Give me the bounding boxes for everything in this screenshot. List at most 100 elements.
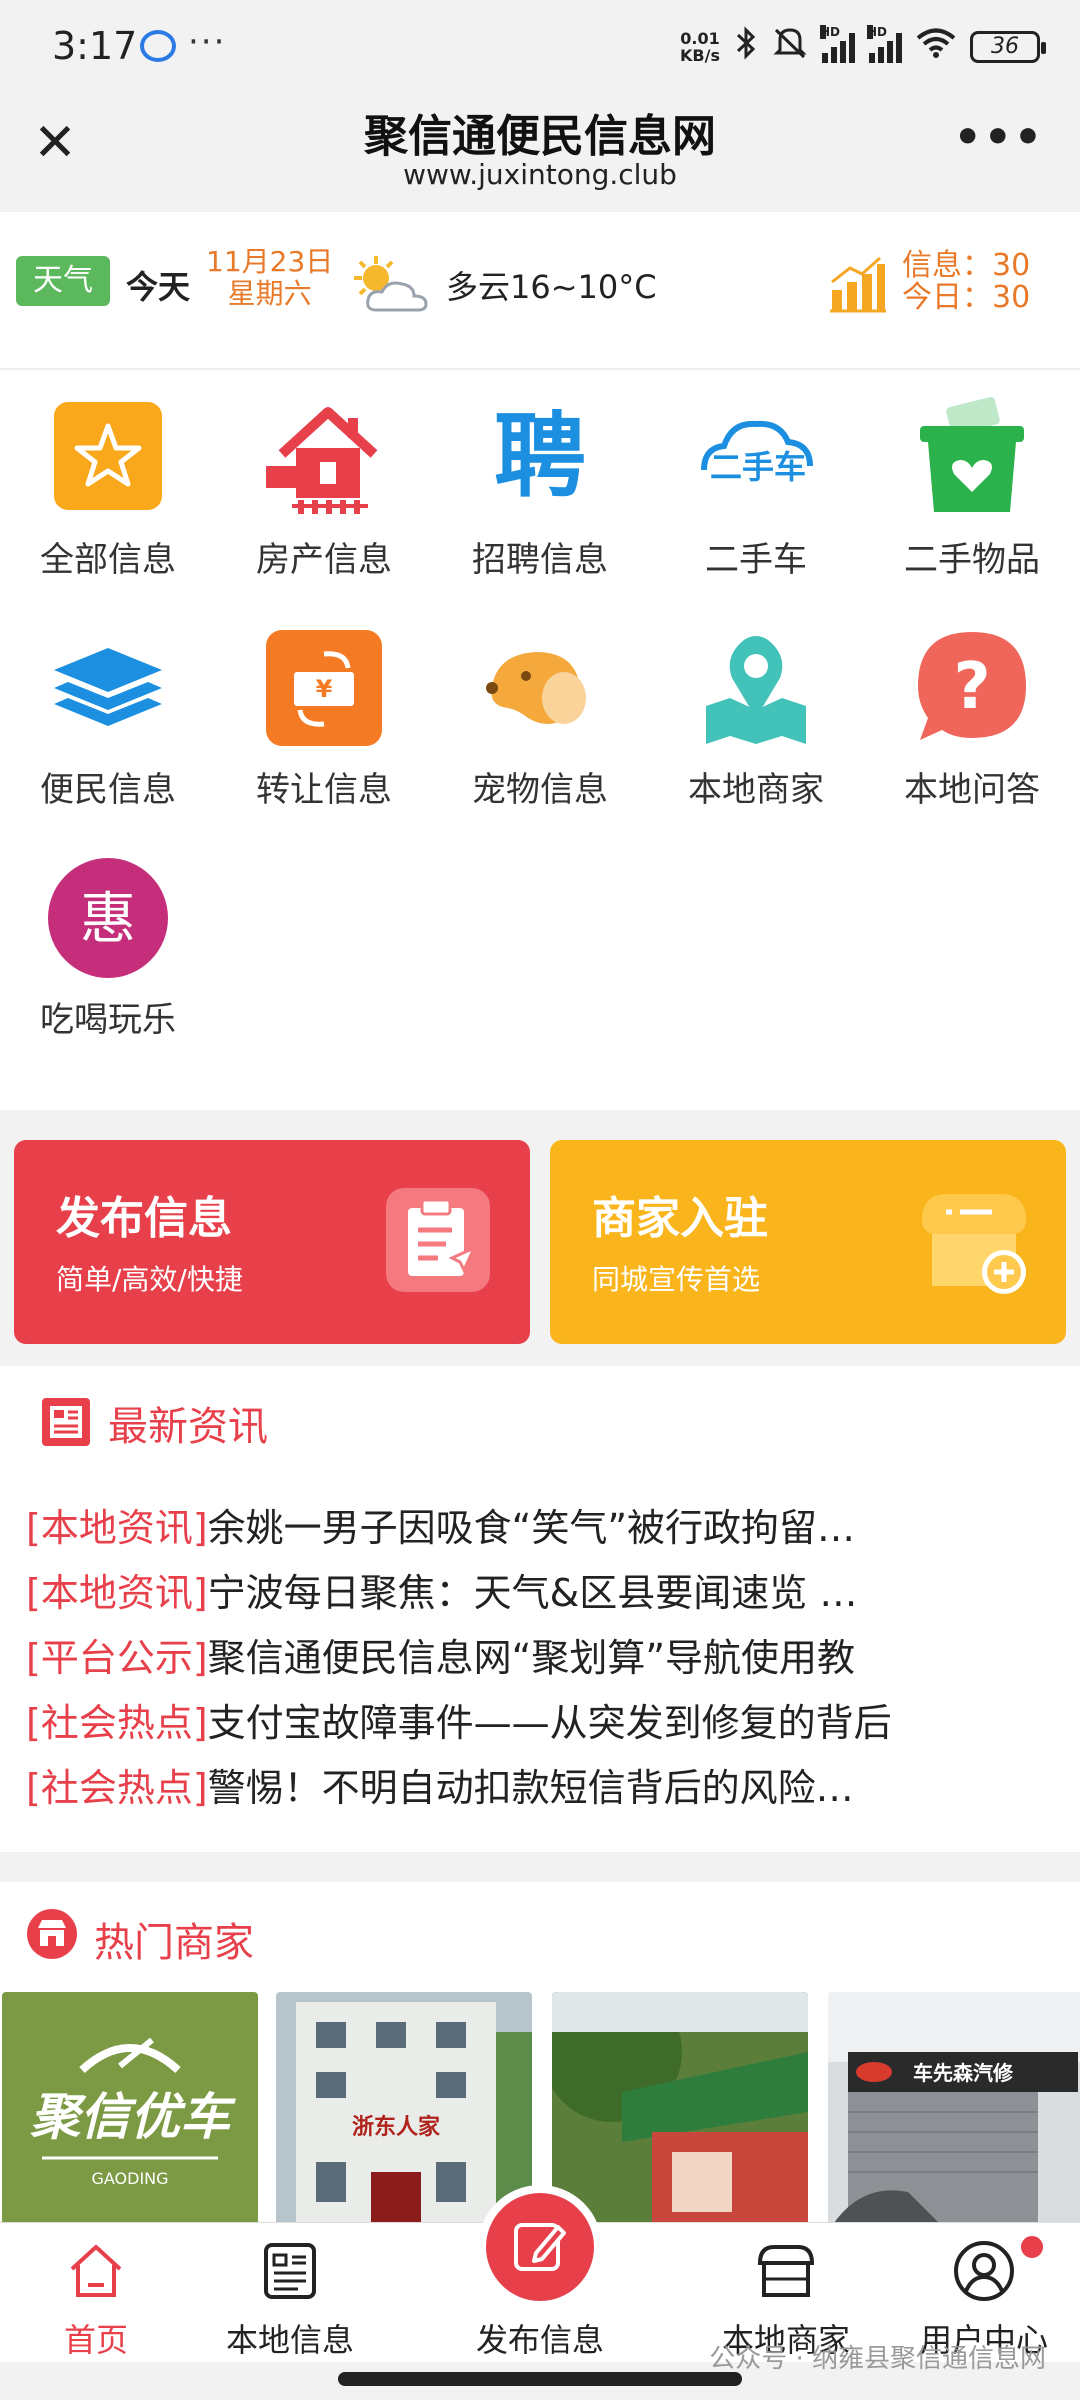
transfer-ticket-icon: ¥ — [266, 630, 382, 746]
bluetooth-icon — [734, 26, 758, 68]
weather-bar: 天气 今天 11月23日 星期六 多云16~10°C 信息：30 今日：30 — [0, 212, 1080, 370]
recruit-icon: 聘 — [494, 403, 586, 510]
signal-icon-2: HD — [867, 25, 902, 63]
wifi-icon — [916, 27, 956, 67]
shop-icon — [27, 1909, 77, 1959]
category-transfer[interactable]: ¥ 转让信息 — [216, 600, 432, 830]
publish-banner-subtitle: 简单/高效/快捷 — [56, 1263, 243, 1296]
svg-text:聘: 聘 — [494, 403, 586, 510]
mute-icon — [772, 26, 808, 68]
merchant-card[interactable]: 聚信优车 GAODING — [2, 1992, 258, 2232]
news-list: [本地资讯]余姚一男子因吸食“笑气”被行政拘留… [本地资讯]宁波每日聚焦：天气… — [26, 1496, 1066, 1821]
latest-news-section: 最新资讯 [本地资讯]余姚一男子因吸食“笑气”被行政拘留… [本地资讯]宁波每日… — [0, 1366, 1080, 1852]
news-item[interactable]: [平台公示]聚信通便民信息网“聚划算”导航使用教 — [26, 1626, 1066, 1691]
nav-home-label: 首页 — [63, 2321, 128, 2359]
category-food-fun[interactable]: 惠 吃喝玩乐 — [0, 830, 216, 1060]
status-time: 3:17 — [52, 24, 138, 68]
action-banners: 发布信息 简单/高效/快捷 商家入驻 同城宣传首选 — [0, 1110, 1080, 1350]
home-indicator[interactable] — [338, 2372, 742, 2386]
nav-publish-label: 发布信息 — [475, 2321, 604, 2359]
nav-local-info-label: 本地信息 — [225, 2321, 354, 2359]
page-url: www.juxintong.club — [403, 158, 677, 191]
weather-tag: 天气 — [16, 256, 110, 306]
merchant-logo-juxin: 聚信优车 GAODING — [2, 1992, 258, 2232]
user-icon — [954, 2241, 1014, 2301]
news-section-header: 最新资讯 — [0, 1366, 1080, 1466]
category-used-car[interactable]: 二手车 二手车 — [648, 370, 864, 600]
page-header: ✕ 聚信通便民信息网 www.juxintong.club ••• — [0, 96, 1080, 212]
svg-text:车先森汽修: 车先森汽修 — [913, 2061, 1014, 2085]
category-local-qa[interactable]: ? 本地问答 — [864, 600, 1080, 830]
clipboard-icon — [386, 1188, 490, 1292]
dog-icon — [486, 652, 586, 724]
merchants-section-header: 热门商家 — [0, 1882, 1080, 1982]
weather-description: 多云16~10°C — [446, 268, 657, 306]
category-grid: 全部信息 房产信息 聘 招聘信息 二手车 二手车 二手物品 便民信息 ¥ 转让信… — [0, 370, 1080, 1110]
category-recruitment[interactable]: 聘 招聘信息 — [432, 370, 648, 600]
house-icon — [266, 407, 378, 514]
nav-local-info[interactable]: 本地信息 — [200, 2223, 380, 2363]
merchants-section-title: 热门商家 — [94, 1920, 254, 1966]
info-stats: 信息：30 今日：30 — [902, 248, 1031, 315]
news-item[interactable]: [本地资讯]宁波每日聚焦：天气&区县要闻速览 … — [26, 1561, 1066, 1626]
merchant-photo-building: 浙东人家 — [276, 1992, 532, 2232]
page-title: 聚信通便民信息网 — [364, 111, 716, 162]
status-indicators: 0.01 KB/s HD HD 36 — [680, 25, 1046, 68]
merchant-banner-title: 商家入驻 — [592, 1193, 768, 1244]
merchant-card[interactable] — [552, 1992, 808, 2232]
svg-text:?: ? — [953, 650, 990, 724]
merchant-card[interactable]: 浙东人家 — [276, 1992, 532, 2232]
news-item[interactable]: [社会热点]警惕！不明自动扣款短信背后的风险… — [26, 1756, 1066, 1821]
merchant-join-banner[interactable]: 商家入驻 同城宣传首选 — [550, 1140, 1066, 1344]
layers-icon — [54, 648, 162, 726]
merchant-photo-shopfront — [552, 1992, 808, 2232]
chat-bubble-icon — [140, 30, 176, 62]
basket-heart-icon — [920, 396, 1024, 512]
question-bubble-icon: ? — [918, 632, 1026, 740]
edit-icon — [514, 2223, 566, 2271]
status-bar: 3:17 ··· 0.01 KB/s HD HD 36 — [0, 0, 1080, 96]
news-section-title: 最新资讯 — [108, 1404, 268, 1450]
category-second-hand-goods[interactable]: 二手物品 — [864, 370, 1080, 600]
more-notifications-icon: ··· — [188, 22, 227, 62]
merchant-banner-subtitle: 同城宣传首选 — [592, 1263, 761, 1296]
nav-home[interactable]: 首页 — [6, 2223, 186, 2363]
svg-text:惠: 惠 — [80, 887, 136, 952]
svg-text:聚信优车: 聚信优车 — [30, 2088, 236, 2146]
category-pets[interactable]: 宠物信息 — [432, 600, 648, 830]
category-convenience[interactable]: 便民信息 — [0, 600, 216, 830]
notification-badge — [1018, 2233, 1046, 2261]
svg-text:二手车: 二手车 — [710, 448, 806, 486]
category-all-info[interactable]: 全部信息 — [0, 370, 216, 600]
news-list-icon — [264, 2243, 316, 2299]
category-real-estate[interactable]: 房产信息 — [216, 370, 432, 600]
news-icon — [42, 1398, 90, 1446]
watermark: 公众号 · 纳雍县聚信通信息网 — [709, 2344, 1046, 2374]
battery-icon: 36 — [970, 31, 1046, 63]
merchant-photo-garage: 车先森汽修 — [828, 1992, 1080, 2232]
svg-text:浙东人家: 浙东人家 — [352, 2114, 441, 2140]
more-options-icon[interactable]: ••• — [954, 112, 1044, 163]
publish-info-banner[interactable]: 发布信息 简单/高效/快捷 — [14, 1140, 530, 1344]
shop-add-icon — [922, 1194, 1026, 1294]
home-icon — [70, 2245, 122, 2297]
used-car-icon: 二手车 — [701, 420, 813, 486]
svg-text:¥: ¥ — [316, 675, 333, 703]
publish-banner-title: 发布信息 — [56, 1193, 232, 1244]
network-speed: 0.01 KB/s — [680, 29, 720, 65]
news-item[interactable]: [本地资讯]余姚一男子因吸食“笑气”被行政拘留… — [26, 1496, 1066, 1561]
news-item[interactable]: [社会热点]支付宝故障事件——从突发到修复的背后 — [26, 1691, 1066, 1756]
category-local-merchants[interactable]: 本地商家 — [648, 600, 864, 830]
store-icon — [757, 2245, 815, 2297]
weather-date: 11月23日 星期六 — [206, 245, 334, 310]
hot-merchants-section: 热门商家 聚信优车 GAODING 浙东人家 车先森汽修 — [0, 1882, 1080, 2232]
map-pin-icon — [706, 636, 806, 744]
hui-badge-icon: 惠 — [48, 858, 168, 978]
partly-cloudy-icon — [354, 256, 428, 312]
bar-chart-icon — [830, 256, 886, 313]
star-icon — [54, 402, 162, 510]
svg-text:GAODING: GAODING — [91, 2169, 168, 2188]
weather-today-label: 今天 — [126, 268, 191, 306]
merchant-card[interactable]: 车先森汽修 — [828, 1992, 1080, 2232]
nav-publish-button[interactable] — [478, 2185, 602, 2309]
